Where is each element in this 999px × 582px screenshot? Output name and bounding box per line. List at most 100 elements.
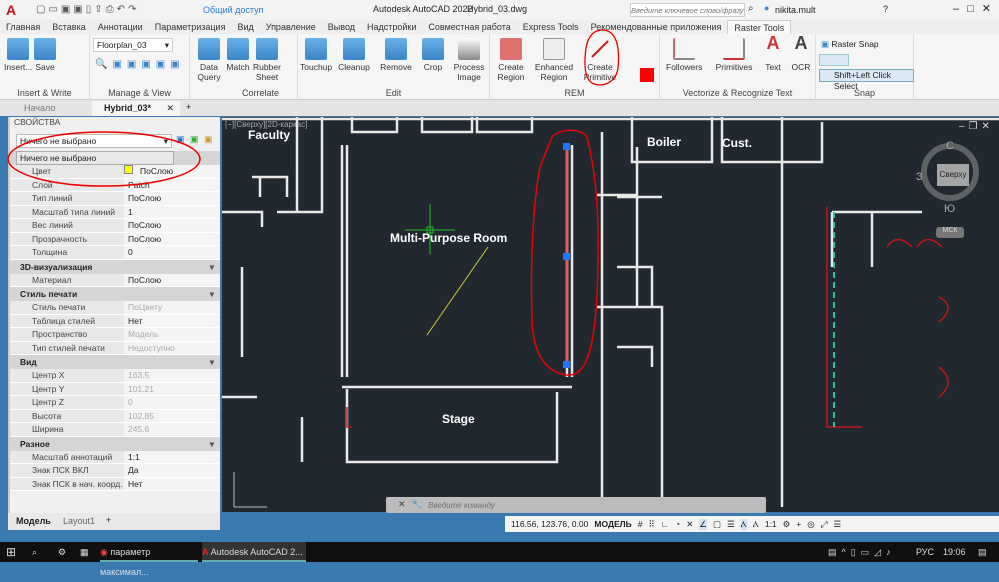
help-search-input[interactable] — [630, 3, 745, 17]
process-image-button[interactable]: Process Image — [452, 38, 486, 82]
view-section-header[interactable]: Вид — [10, 355, 220, 369]
shift-select-toggle[interactable]: Shift+Left Click Select — [819, 69, 914, 91]
property-value[interactable]: ПоСлою — [124, 192, 220, 205]
property-row[interactable]: Знак ПСК в нач. коорд. Нет — [10, 477, 220, 491]
property-value[interactable]: ПоСлою — [124, 232, 220, 245]
cleanup-button[interactable]: Cleanup — [336, 38, 372, 72]
menu-icon[interactable]: ☰ — [834, 519, 842, 530]
tab-insert[interactable]: Вставка — [46, 20, 91, 34]
followers-button[interactable]: Followers — [666, 38, 702, 72]
model-space-button[interactable]: МОДЕЛЬ — [594, 519, 631, 529]
taskbar-autocad[interactable]: A Autodesk AutoCAD 2... — [202, 542, 306, 562]
dynamic-input-icon[interactable]: ∠ — [699, 518, 707, 530]
property-row[interactable]: Пространство таблицы...Модель — [10, 328, 220, 352]
viewcube-west[interactable]: З — [916, 171, 923, 183]
gear-icon[interactable]: ⚙ — [783, 519, 791, 530]
property-row[interactable]: Масштаб аннотаций 1:1 — [10, 450, 220, 464]
doc-tab-start[interactable]: Начало — [24, 103, 55, 113]
property-row[interactable]: Центр Y 101.21 — [10, 382, 220, 396]
viewcube-top-face[interactable]: Сверху — [937, 164, 969, 186]
property-value[interactable]: 101.21 — [124, 382, 220, 395]
annotation-scale[interactable]: 1:1 — [765, 519, 777, 529]
data-query-button[interactable]: Data Query — [192, 38, 226, 82]
input-language[interactable]: РУС — [916, 542, 934, 562]
notifications-icon[interactable]: ▤ — [978, 542, 987, 562]
tab-addins[interactable]: Надстройки — [361, 20, 422, 34]
tab-collaborate[interactable]: Совместная работа — [422, 20, 516, 34]
viewport-window-controls[interactable]: –❐✕ — [959, 121, 994, 132]
user-name[interactable]: nikita.mult — [775, 5, 816, 15]
property-value[interactable]: ПоСлою — [124, 273, 220, 286]
property-value[interactable]: 245.6 — [124, 423, 220, 436]
snap-mode-toggles[interactable] — [819, 54, 849, 66]
add-layout-plus-icon[interactable]: + — [106, 515, 111, 525]
annotation-visibility-icon[interactable]: Ⲁ — [740, 518, 747, 530]
property-row[interactable]: Прозрачность ПоСлою — [10, 232, 220, 246]
tab-output[interactable]: Вывод — [322, 20, 361, 34]
selection-cycling-icon[interactable]: ▢ — [713, 519, 721, 530]
help-icon[interactable]: ? — [883, 4, 888, 14]
windows-start-icon[interactable]: ⊞ — [6, 542, 16, 562]
grip-mid[interactable] — [563, 253, 570, 260]
quick-access-toolbar-icons[interactable]: ▢▭▣▣▯⇪⎙↶↷ — [36, 4, 139, 15]
touchup-button[interactable]: Touchup — [300, 38, 332, 72]
property-value[interactable]: 1 — [124, 205, 220, 218]
close-icon[interactable]: ✕ — [166, 103, 174, 114]
tab-view[interactable]: Вид — [231, 20, 259, 34]
create-region-button[interactable]: Create Region — [494, 38, 528, 82]
plus-icon[interactable]: + — [796, 519, 801, 529]
grid-icon[interactable]: # — [638, 519, 643, 529]
osnap-icon[interactable]: ✕ — [686, 519, 693, 530]
property-value[interactable]: ПоЦвету — [124, 301, 220, 314]
share-link[interactable]: Общий доступ — [203, 5, 263, 15]
property-row[interactable]: Материал ПоСлою — [10, 273, 220, 287]
remove-button[interactable]: Remove — [378, 38, 414, 72]
tab-manage[interactable]: Управление — [260, 20, 322, 34]
isolate-icon[interactable]: ◎ — [807, 519, 814, 530]
raster-snap-button[interactable]: ▣ Raster Snap — [821, 39, 879, 50]
polar-icon[interactable]: ◔ — [675, 519, 680, 529]
match-button[interactable]: Match — [226, 38, 250, 72]
property-row[interactable]: Масштаб типа линий 1 — [10, 205, 220, 219]
text-button[interactable]: A Text — [760, 34, 786, 72]
system-tray-icons[interactable]: ▤^▯▭◿♪ — [828, 542, 896, 562]
insert-button[interactable]: Insert... — [4, 38, 32, 72]
clock[interactable]: 19:06 — [943, 542, 966, 562]
taskbar-chrome[interactable]: ◉ параметр максимал... — [100, 542, 198, 577]
property-row[interactable]: Ширина 245.6 — [10, 423, 220, 437]
primitives-button[interactable]: Primitives — [714, 38, 754, 72]
property-row[interactable]: Тип линий ПоСлою — [10, 192, 220, 206]
grip-start[interactable] — [563, 143, 570, 150]
tab-parametric[interactable]: Параметризация — [149, 20, 232, 34]
tab-annotate[interactable]: Аннотации — [92, 20, 149, 34]
viz-section-header[interactable]: 3D-визуализация — [10, 259, 220, 274]
crop-button[interactable]: Crop — [418, 38, 448, 72]
tab-express-tools[interactable]: Express Tools — [517, 20, 585, 34]
enhanced-region-button[interactable]: Enhanced Region — [534, 38, 574, 82]
property-value[interactable]: ПоСлою — [124, 219, 220, 232]
grip-end[interactable] — [563, 361, 570, 368]
auto-scale-icon[interactable]: Ⲁ — [753, 519, 759, 530]
property-row[interactable]: Толщина 0 — [10, 246, 220, 260]
layout-tab-model[interactable]: Модель — [16, 516, 51, 526]
property-row[interactable]: Знак ПСК ВКЛ Да — [10, 464, 220, 478]
property-value[interactable]: Недоступно — [124, 341, 220, 354]
property-row[interactable]: Вес линий ПоСлою — [10, 219, 220, 233]
property-row[interactable]: Центр Z0 — [10, 396, 220, 410]
autocad-logo-icon[interactable]: A — [6, 2, 16, 18]
doc-tab-hybrid[interactable]: Hybrid_03* ✕ — [92, 101, 180, 116]
manage-view-tool-icons[interactable]: 🔍▣▣▣▣▣ — [95, 59, 185, 70]
rubber-sheet-button[interactable]: Rubber Sheet — [252, 38, 282, 82]
search-icon[interactable]: ⌕ — [748, 3, 754, 14]
wcs-menu[interactable]: МСК — [936, 227, 964, 238]
search-icon[interactable]: ⌕ — [32, 542, 37, 562]
close-icon[interactable]: ✕ — [398, 499, 406, 510]
viewcube-south[interactable]: Ю — [944, 203, 955, 215]
coordinates-readout[interactable]: 116.56, 123.76, 0.00 — [511, 519, 588, 529]
fullscreen-icon[interactable]: ⤢ — [821, 519, 828, 530]
settings-gear-icon[interactable]: ⚙ — [58, 542, 66, 562]
calculator-icon[interactable]: ▦ — [80, 542, 89, 562]
drawing-canvas[interactable]: [−][Сверху][2D-каркас] Faculty Boiler Cu… — [222, 117, 999, 512]
viewcube-north[interactable]: С — [946, 140, 954, 152]
command-input[interactable] — [428, 498, 748, 512]
